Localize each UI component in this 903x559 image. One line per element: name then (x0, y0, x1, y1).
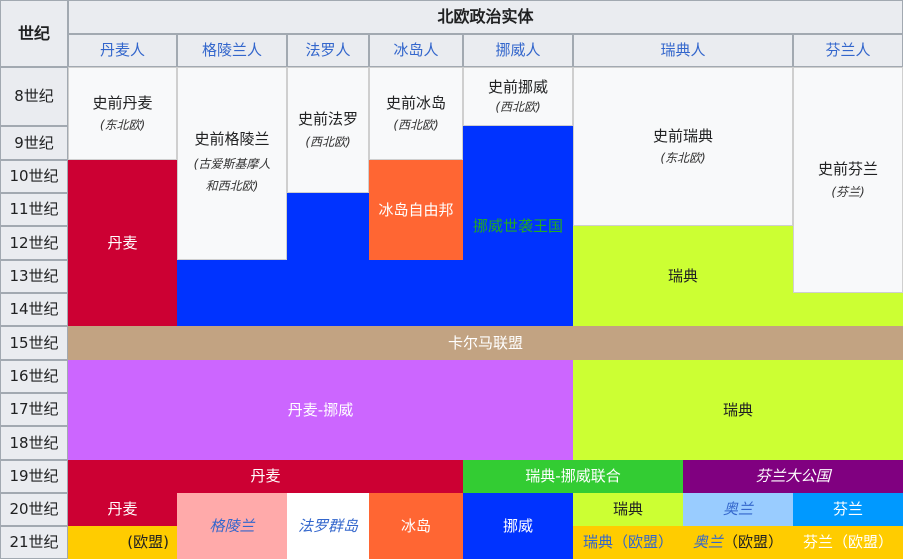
state-sweden-norway-union[interactable]: 瑞典-挪威联合 (463, 460, 683, 493)
people-link-faroese[interactable]: 法罗人 (287, 34, 369, 67)
state-sweden-eu[interactable]: 瑞典（欧盟） (573, 526, 683, 559)
prehistoric-region: (西北欧) (393, 118, 439, 133)
state-denmark-20th[interactable]: 丹麦 (68, 493, 177, 526)
state-sweden-medieval[interactable]: 瑞典 (573, 226, 793, 326)
prehistoric-region: (东北欧) (99, 118, 146, 133)
corner-century-header: 世纪 (0, 0, 68, 67)
state-norway-iceland-block (369, 260, 463, 326)
century-label: 9世纪 (0, 126, 68, 160)
table-title: 北欧政治实体 (68, 0, 903, 34)
prehistoric-name: 史前芬兰 (817, 160, 878, 179)
state-sweden-20th[interactable]: 瑞典 (573, 493, 683, 526)
prehistoric-name: 史前挪威 (487, 77, 548, 96)
state-greenland[interactable]: 格陵兰 (177, 493, 287, 559)
prehistoric-sweden: 史前瑞典 (东北欧) (573, 67, 793, 226)
century-label: 15世纪 (0, 326, 68, 360)
state-finland-20th[interactable]: 芬兰 (793, 493, 903, 526)
state-denmark-medieval[interactable]: 丹麦 (68, 160, 177, 326)
century-label: 14世纪 (0, 293, 68, 326)
state-denmark-19th[interactable]: 丹麦 (68, 460, 463, 493)
people-link-greenlanders[interactable]: 格陵兰人 (177, 34, 287, 67)
state-norway-faroe-block (287, 193, 369, 326)
century-label: 16世纪 (0, 360, 68, 393)
century-label: 19世纪 (0, 460, 68, 493)
state-icelandic-commonwealth[interactable]: 冰岛自由邦 (369, 160, 463, 260)
prehistoric-name: 史前法罗 (297, 110, 358, 129)
people-link-icelanders[interactable]: 冰岛人 (369, 34, 463, 67)
state-denmark-norway[interactable]: 丹麦-挪威 (68, 360, 573, 460)
prehistoric-region: (古爱斯基摩人 和西北欧) (193, 157, 271, 193)
prehistoric-name: 史前瑞典 (652, 126, 713, 145)
prehistoric-region: (西北欧) (305, 134, 351, 149)
century-label: 12世纪 (0, 226, 68, 260)
state-faroe-islands[interactable]: 法罗群岛 (287, 493, 369, 559)
prehistoric-faroe: 史前法罗 (西北欧) (287, 67, 369, 193)
prehistoric-region: (西北欧) (495, 100, 541, 115)
prehistoric-denmark: 史前丹麦 (东北欧) (68, 67, 177, 160)
century-label: 18世纪 (0, 426, 68, 460)
prehistoric-region: (芬兰) (831, 184, 865, 199)
nordic-polities-table: 世纪 北欧政治实体 丹麦人 格陵兰人 法罗人 冰岛人 挪威人 瑞典人 芬兰人 8… (0, 0, 903, 559)
state-norway-greenland-block (177, 260, 287, 326)
state-sweden-early-modern[interactable]: 瑞典 (573, 360, 903, 460)
eu-label: (欧盟) (127, 533, 169, 552)
state-aland-20th[interactable]: 奥兰 (683, 493, 793, 526)
prehistoric-iceland: 史前冰岛 (西北欧) (369, 67, 463, 160)
people-link-norwegians[interactable]: 挪威人 (463, 34, 573, 67)
prehistoric-name: 史前丹麦 (92, 93, 153, 112)
state-hereditary-kingdom-norway[interactable]: 挪威世袭王国 (463, 126, 573, 326)
eu-label: （欧盟） (723, 533, 784, 552)
century-label: 20世纪 (0, 493, 68, 526)
prehistoric-name: 史前冰岛 (385, 93, 446, 112)
state-finland-eu[interactable]: 芬兰（欧盟） (793, 526, 903, 559)
aland-name: 奥兰 (692, 533, 723, 552)
century-label: 10世纪 (0, 160, 68, 193)
state-denmark-eu[interactable]: (欧盟) (68, 526, 177, 559)
state-sweden-finland-block (793, 293, 903, 326)
century-label: 8世纪 (0, 67, 68, 126)
prehistoric-region: (东北欧) (660, 151, 706, 166)
people-link-swedes[interactable]: 瑞典人 (573, 34, 793, 67)
state-norway[interactable]: 挪威 (463, 493, 573, 559)
prehistoric-name: 史前格陵兰 (194, 129, 270, 148)
prehistoric-norway: 史前挪威 (西北欧) (463, 67, 573, 126)
century-label: 11世纪 (0, 193, 68, 226)
state-kalmar-union[interactable]: 卡尔马联盟 (68, 326, 903, 360)
state-iceland[interactable]: 冰岛 (369, 493, 463, 559)
people-link-finns[interactable]: 芬兰人 (793, 34, 903, 67)
prehistoric-finland: 史前芬兰 (芬兰) (793, 67, 903, 293)
century-label: 21世纪 (0, 526, 68, 559)
state-aland-eu[interactable]: 奥兰 （欧盟） (683, 526, 793, 559)
prehistoric-greenland: 史前格陵兰 (古爱斯基摩人 和西北欧) (177, 67, 287, 260)
century-label: 17世纪 (0, 393, 68, 426)
century-label: 13世纪 (0, 260, 68, 293)
state-grand-duchy-finland[interactable]: 芬兰大公国 (683, 460, 903, 493)
people-link-danes[interactable]: 丹麦人 (68, 34, 177, 67)
